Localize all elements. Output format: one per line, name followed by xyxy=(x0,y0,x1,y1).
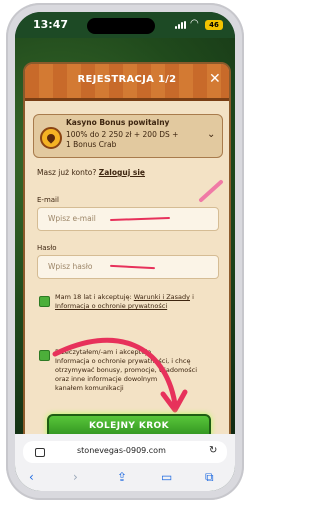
phone-frame: 13:47 ◠ 46 REJESTRACJA 1/2 ✕ Kasyno Bonu… xyxy=(6,3,244,500)
browser-bar: stonevegas-0909.com ↻ ‹ › ⇪ ▭ ⧉ xyxy=(15,434,235,491)
url-text: stonevegas-0909.com xyxy=(77,446,166,455)
page-settings-icon[interactable] xyxy=(35,448,45,457)
dynamic-island xyxy=(87,18,155,34)
game-backdrop: REJESTRACJA 1/2 ✕ Kasyno Bonus powitalny… xyxy=(15,38,235,451)
url-bar[interactable]: stonevegas-0909.com ↻ xyxy=(23,441,227,463)
next-step-label: KOLEJNY KROK xyxy=(89,421,169,431)
screen: 13:47 ◠ 46 REJESTRACJA 1/2 ✕ Kasyno Bonu… xyxy=(15,12,235,491)
annotation-overlay xyxy=(52,180,223,413)
reload-icon[interactable]: ↻ xyxy=(209,445,217,456)
signal-icon xyxy=(175,21,187,29)
forward-icon[interactable]: › xyxy=(73,471,78,483)
bookmarks-icon[interactable]: ▭ xyxy=(161,471,172,483)
wifi-icon: ◠ xyxy=(190,18,199,29)
pencil-annotation xyxy=(199,180,223,202)
battery-icon: 46 xyxy=(205,20,223,30)
share-icon[interactable]: ⇪ xyxy=(117,471,127,483)
tabs-icon[interactable]: ⧉ xyxy=(205,471,214,483)
status-bar: 13:47 ◠ 46 xyxy=(15,12,235,38)
status-time: 13:47 xyxy=(33,18,69,31)
back-icon[interactable]: ‹ xyxy=(29,471,34,483)
arrow-annotation xyxy=(52,337,178,407)
registration-modal: REJESTRACJA 1/2 ✕ Kasyno Bonus powitalny… xyxy=(23,62,231,451)
